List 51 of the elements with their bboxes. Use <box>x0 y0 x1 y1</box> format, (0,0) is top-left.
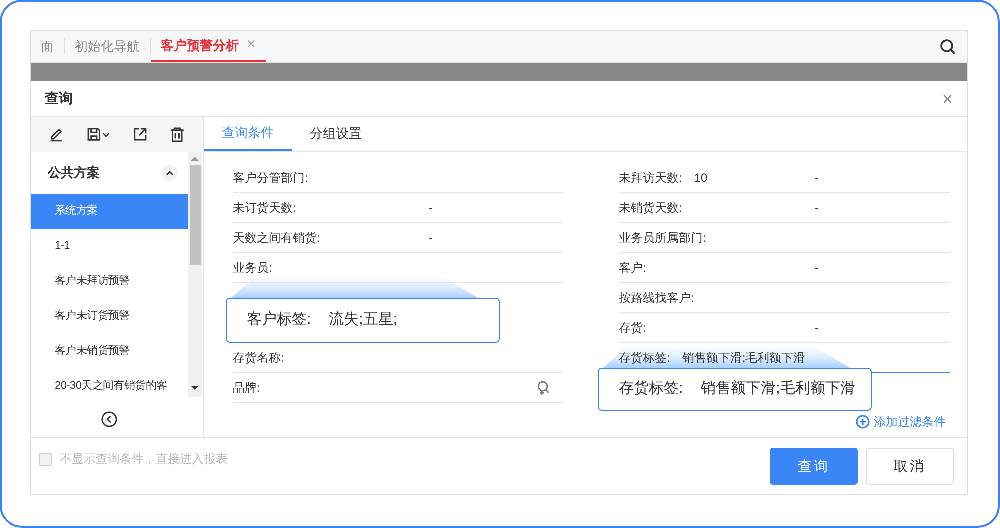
scrollbar[interactable] <box>188 152 202 397</box>
field-label: 品牌: <box>233 380 260 396</box>
dialog-title: 查询 <box>45 89 73 108</box>
field-value: 流失;五星; <box>329 310 398 330</box>
scheme-item[interactable]: 系统方案 <box>31 194 188 229</box>
field-label: 未订货天数: <box>233 200 296 216</box>
range-separator: - <box>815 260 819 276</box>
close-button[interactable]: × <box>942 90 953 108</box>
field-label: 存货标签: <box>619 379 684 400</box>
scheme-item[interactable]: 客户未订货预警 <box>31 299 188 334</box>
scheme-item[interactable]: 20-30天之间有销货的客 <box>31 369 188 404</box>
query-button[interactable]: 查询 <box>770 448 858 485</box>
external-link-icon[interactable] <box>133 127 148 142</box>
field-value[interactable]: 10 <box>694 168 708 186</box>
search-icon[interactable] <box>939 38 957 56</box>
field-label: 未拜访天数: <box>619 170 682 186</box>
group-header: 公共方案 <box>48 164 100 182</box>
field-label: 存货标签: <box>619 350 670 366</box>
range-separator: - <box>429 200 433 216</box>
scroll-down-icon[interactable] <box>191 386 199 391</box>
range-separator: - <box>815 320 819 336</box>
tab[interactable]: 分组设置 <box>292 116 380 151</box>
pencil-icon[interactable] <box>49 127 64 142</box>
field-label: 业务员所属部门: <box>619 230 706 246</box>
field-label: 未销货天数: <box>619 200 682 216</box>
field-value[interactable]: 销售额下滑;毛利额下滑 <box>682 348 806 366</box>
scheme-item[interactable]: 客户未销货预警 <box>31 334 188 369</box>
add-filter-link[interactable]: 添加过滤条件 <box>856 413 946 431</box>
checkbox-label: 不显示查询条件，直接进入报表 <box>60 451 228 468</box>
range-separator: - <box>815 170 819 186</box>
trash-icon[interactable] <box>170 126 185 142</box>
field-label: 业务员: <box>233 260 272 276</box>
range-separator: - <box>429 230 433 246</box>
field-label: 客户分管部门: <box>233 170 308 186</box>
scheme-item[interactable]: 1-1 <box>31 229 188 264</box>
field-label: 天数之间有销货: <box>233 230 320 246</box>
collapse-icon[interactable] <box>101 411 118 428</box>
save-icon[interactable] <box>86 127 112 142</box>
range-separator: - <box>815 200 819 216</box>
field-label: 客户: <box>619 260 646 276</box>
field-label: 存货名称: <box>233 350 284 366</box>
checkbox[interactable] <box>39 452 52 466</box>
field-value: 销售额下滑;毛利额下滑 <box>701 379 856 400</box>
field-label: 存货: <box>619 320 646 336</box>
tab[interactable]: 查询条件 <box>204 116 292 151</box>
cancel-button[interactable]: 取消 <box>866 448 954 485</box>
plus-circle-icon <box>856 415 870 429</box>
field-label: 按路线找客户: <box>619 290 694 306</box>
chevron-icon[interactable] <box>162 165 178 181</box>
scheme-item[interactable]: 客户未拜访预警 <box>31 264 188 299</box>
field-label: 客户标签: <box>247 310 312 330</box>
